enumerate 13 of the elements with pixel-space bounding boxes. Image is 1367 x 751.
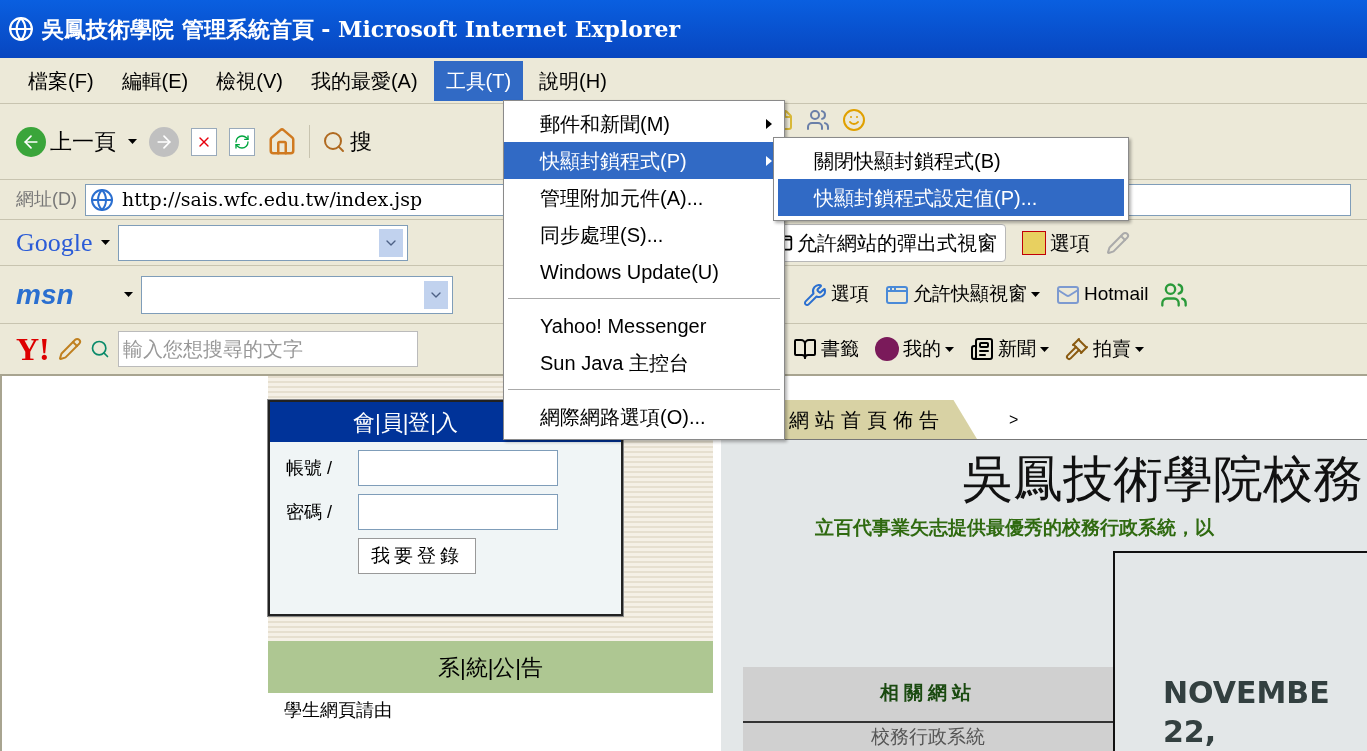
- field-label: 帳號 /: [286, 456, 333, 480]
- window-title: 吳鳳技術學院 管理系統首頁 - Microsoft Internet Explorer: [42, 14, 681, 44]
- breadcrumb: >: [1008, 409, 1019, 430]
- slogan: 立百代事業矢志提供最優秀的校務行政系統，以: [814, 516, 1215, 540]
- announcement-header: 系|統|公|告: [268, 641, 713, 693]
- address-text: http://sais.wfc.edu.tw/index.jsp: [122, 187, 423, 213]
- date-text: 22,: [1163, 713, 1218, 751]
- notice-heading: 吳鳳技術學院校務: [963, 450, 1364, 509]
- announcement-text: 學生網頁請由: [283, 699, 393, 722]
- date-text: NOVEMBE: [1163, 674, 1331, 712]
- address-label: 網址(D): [16, 188, 77, 211]
- field-label: 密碼 /: [286, 500, 333, 524]
- related-sites-header: 相關網站: [743, 666, 1113, 723]
